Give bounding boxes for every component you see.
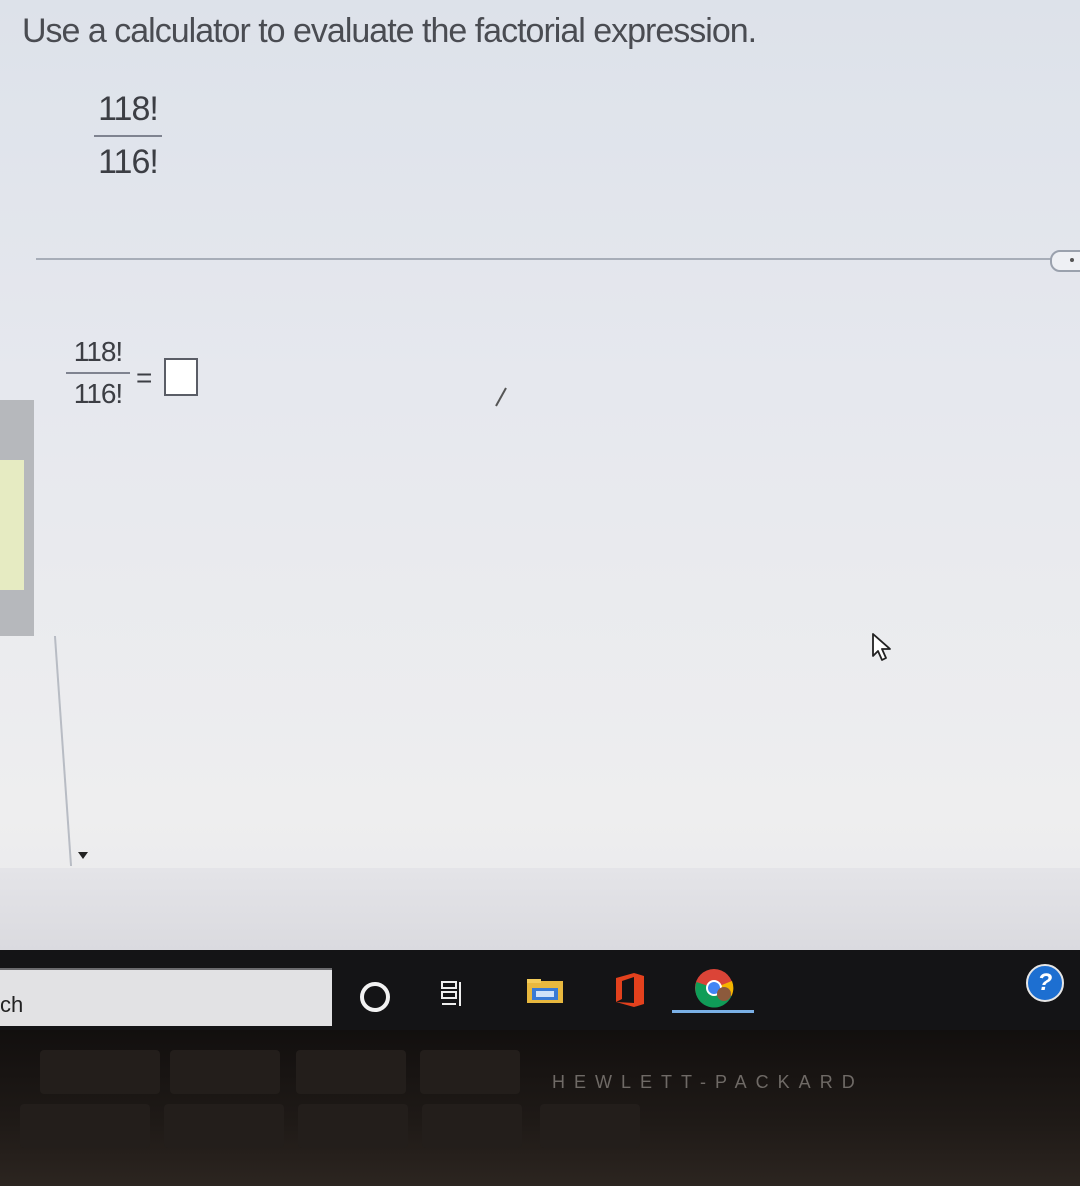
expression-denominator: 116! xyxy=(98,143,159,181)
question-prompt: Use a calculator to evaluate the factori… xyxy=(22,12,757,50)
answer-numerator: 118! xyxy=(73,336,123,367)
question-expression: 118! 116! xyxy=(94,90,162,182)
section-divider xyxy=(36,258,1056,260)
expression-numerator: 118! xyxy=(98,90,159,128)
laptop-bezel xyxy=(0,1030,1080,1186)
answer-denominator: 116! xyxy=(73,378,123,409)
expand-handle-button[interactable] xyxy=(1050,250,1080,272)
chrome-icon[interactable] xyxy=(694,968,734,1008)
left-panel-highlight xyxy=(0,460,24,590)
page-footer-area xyxy=(0,868,1080,960)
task-view-icon[interactable] xyxy=(440,980,466,1008)
taskbar-search-box[interactable] xyxy=(0,968,332,1026)
mouse-cursor-icon xyxy=(872,633,891,661)
help-icon[interactable]: ? xyxy=(1026,964,1064,1002)
left-panel-border xyxy=(53,636,73,866)
cortana-icon[interactable] xyxy=(360,982,390,1012)
file-explorer-icon[interactable] xyxy=(526,978,564,1004)
answer-input[interactable] xyxy=(164,358,198,396)
stray-mark-icon xyxy=(495,387,507,407)
office-icon[interactable] xyxy=(612,972,646,1008)
brand-label: HEWLETT-PACKARD xyxy=(552,1072,864,1092)
answer-expression: 118! 116! xyxy=(66,336,130,410)
scroll-down-arrow-icon[interactable] xyxy=(78,852,88,859)
screen: Use a calculator to evaluate the factori… xyxy=(0,0,1080,960)
active-app-indicator xyxy=(672,1010,754,1013)
search-label: ch xyxy=(0,992,24,1017)
equals-sign: = xyxy=(136,362,153,393)
